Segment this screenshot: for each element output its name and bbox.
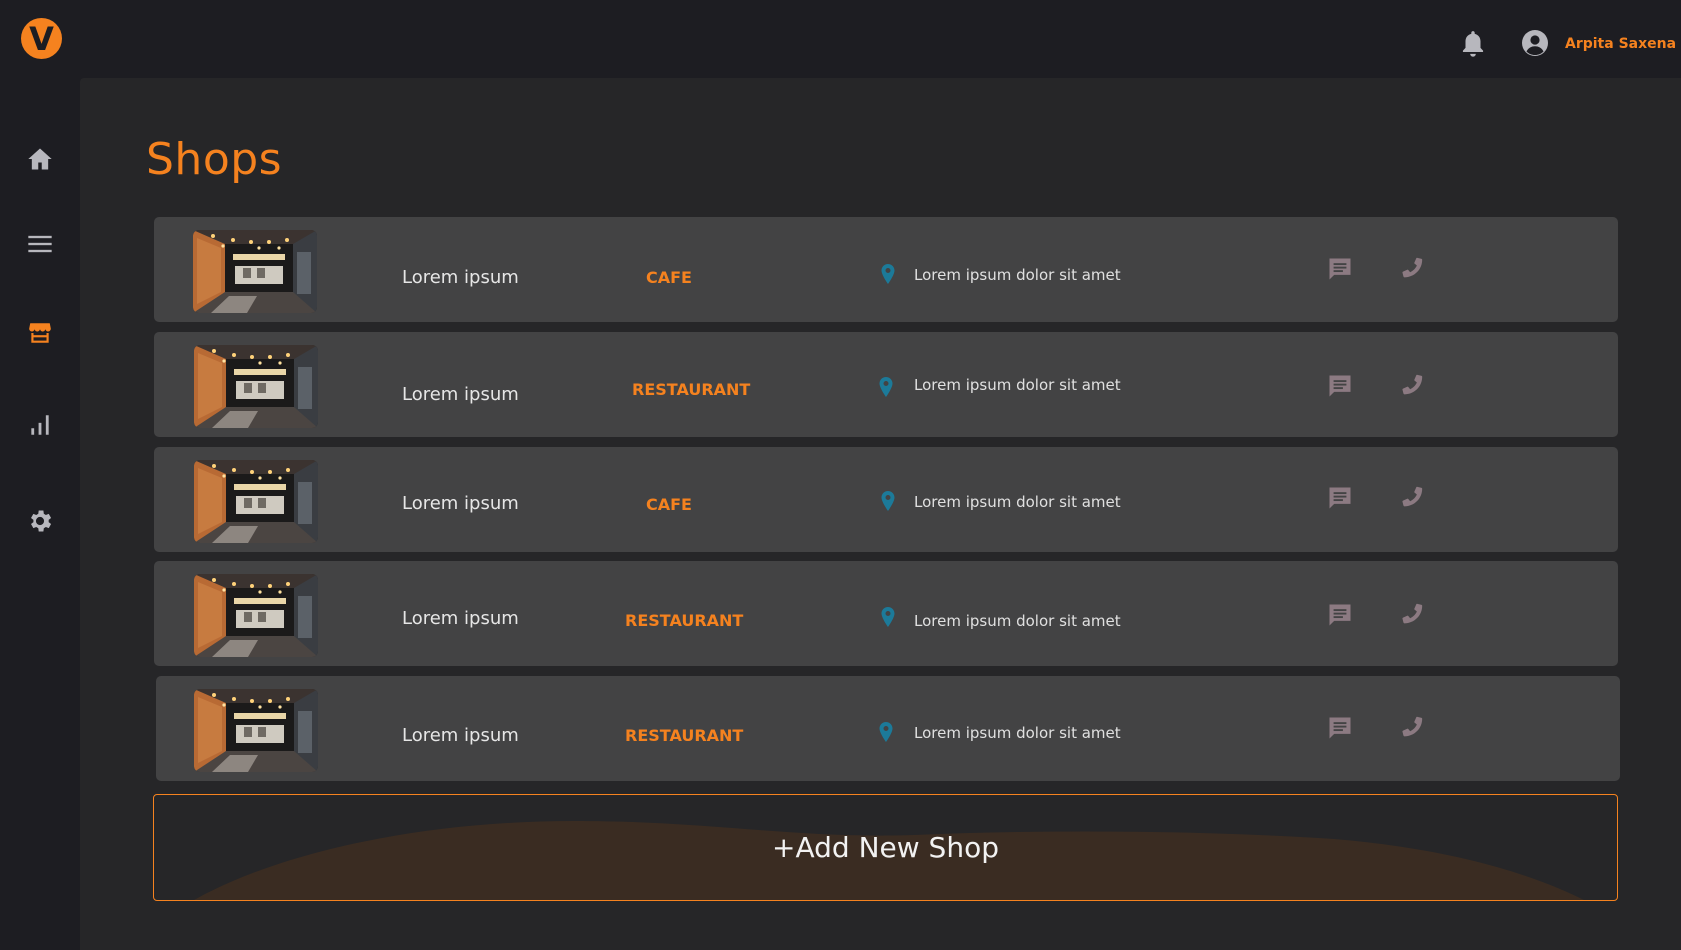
shop-row[interactable]: Lorem ipsum RESTAURANT Lorem ipsum dolor… bbox=[154, 332, 1618, 437]
location-pin-icon bbox=[879, 377, 893, 397]
phone-icon[interactable] bbox=[1399, 255, 1425, 281]
shop-name: Lorem ipsum bbox=[402, 725, 519, 746]
bar-chart-icon bbox=[31, 415, 49, 435]
sidebar-item-home[interactable] bbox=[25, 144, 55, 174]
home-icon bbox=[28, 148, 52, 170]
bell-icon[interactable] bbox=[1460, 29, 1486, 59]
shop-image bbox=[194, 345, 318, 428]
shop-address: Lorem ipsum dolor sit amet bbox=[914, 724, 1121, 742]
phone-icon[interactable] bbox=[1399, 372, 1425, 398]
gear-icon bbox=[31, 510, 52, 532]
message-icon[interactable] bbox=[1326, 601, 1354, 629]
shop-image bbox=[194, 460, 318, 543]
phone-icon[interactable] bbox=[1399, 714, 1425, 740]
message-icon[interactable] bbox=[1326, 714, 1354, 742]
shop-address: Lorem ipsum dolor sit amet bbox=[914, 376, 1121, 394]
top-bar: V Arpita Saxena bbox=[0, 0, 1681, 78]
page-title: Shops bbox=[146, 134, 283, 185]
shop-type: CAFE bbox=[646, 268, 692, 287]
sidebar-item-menu[interactable] bbox=[25, 229, 55, 259]
shop-address: Lorem ipsum dolor sit amet bbox=[914, 612, 1121, 630]
user-avatar-icon[interactable] bbox=[1521, 29, 1549, 57]
shop-type: CAFE bbox=[646, 495, 692, 514]
location-pin-icon bbox=[881, 491, 895, 511]
shop-name: Lorem ipsum bbox=[402, 608, 519, 629]
sidebar bbox=[0, 78, 80, 950]
message-icon[interactable] bbox=[1326, 484, 1354, 512]
sidebar-item-analytics[interactable] bbox=[25, 410, 55, 440]
message-icon[interactable] bbox=[1326, 372, 1354, 400]
location-pin-icon bbox=[879, 722, 893, 742]
shop-name: Lorem ipsum bbox=[402, 267, 519, 288]
shop-type: RESTAURANT bbox=[625, 726, 744, 745]
shop-type: RESTAURANT bbox=[632, 380, 751, 399]
store-icon bbox=[29, 323, 51, 343]
shop-name: Lorem ipsum bbox=[402, 384, 519, 405]
shop-name: Lorem ipsum bbox=[402, 493, 519, 514]
phone-icon[interactable] bbox=[1399, 601, 1425, 627]
message-icon[interactable] bbox=[1326, 255, 1354, 283]
user-name[interactable]: Arpita Saxena bbox=[1565, 36, 1676, 52]
sidebar-item-shops[interactable] bbox=[25, 318, 55, 348]
shop-address: Lorem ipsum dolor sit amet bbox=[914, 493, 1121, 511]
shop-row[interactable]: Lorem ipsum RESTAURANT Lorem ipsum dolor… bbox=[154, 561, 1618, 666]
phone-icon[interactable] bbox=[1399, 484, 1425, 510]
shop-type: RESTAURANT bbox=[625, 611, 744, 630]
add-new-shop-label: +Add New Shop bbox=[772, 831, 999, 864]
app: V Arpita Saxena Shops Lorem ipsum CAFE L… bbox=[0, 0, 1681, 950]
shop-image bbox=[193, 230, 317, 313]
app-logo[interactable]: V bbox=[21, 18, 62, 59]
shop-row[interactable]: Lorem ipsum CAFE Lorem ipsum dolor sit a… bbox=[154, 447, 1618, 552]
shop-image bbox=[194, 574, 318, 657]
sidebar-item-settings[interactable] bbox=[25, 506, 55, 536]
logo-letter: V bbox=[29, 20, 54, 58]
shop-image bbox=[194, 689, 318, 772]
location-pin-icon bbox=[881, 264, 895, 284]
menu-icon bbox=[28, 235, 52, 253]
add-new-shop-button[interactable]: +Add New Shop bbox=[153, 794, 1618, 901]
shop-address: Lorem ipsum dolor sit amet bbox=[914, 266, 1121, 284]
main-content: Shops Lorem ipsum CAFE Lorem ipsum dolor… bbox=[80, 78, 1681, 950]
shop-row[interactable]: Lorem ipsum RESTAURANT Lorem ipsum dolor… bbox=[156, 676, 1620, 781]
location-pin-icon bbox=[881, 607, 895, 627]
shop-row[interactable]: Lorem ipsum CAFE Lorem ipsum dolor sit a… bbox=[154, 217, 1618, 322]
